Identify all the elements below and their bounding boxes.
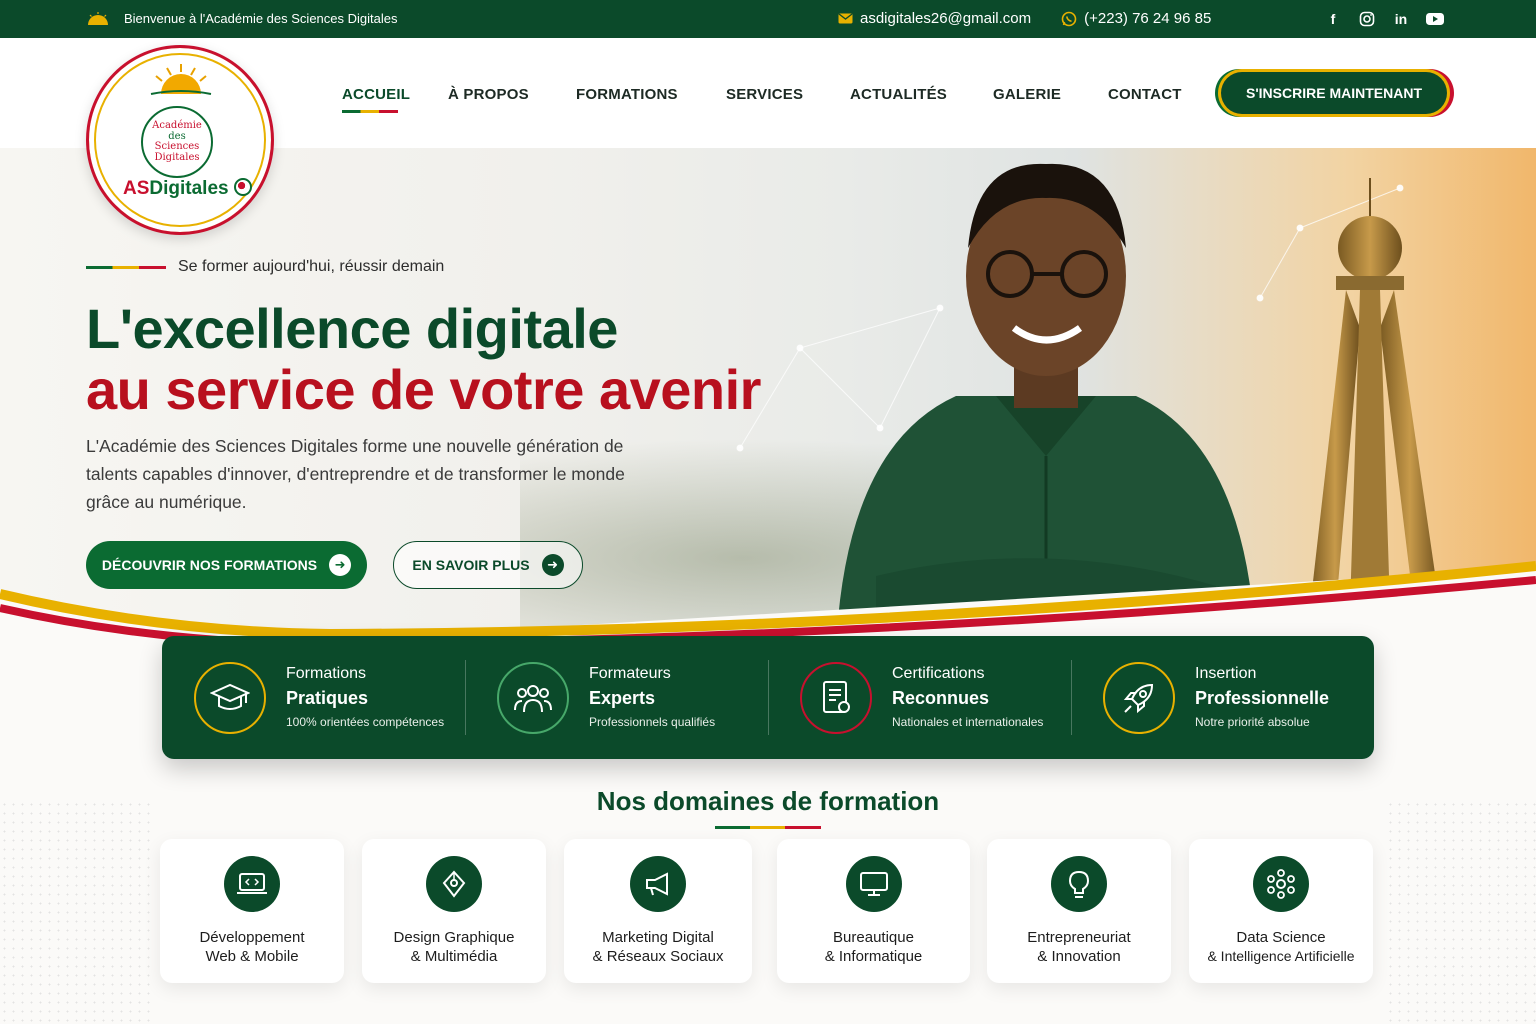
feature-subtitle: Experts	[589, 687, 656, 708]
tagline-text: Se former aujourd'hui, réussir demain	[178, 258, 445, 275]
nav-a-propos[interactable]: À PROPOS	[448, 86, 576, 103]
logo-text-digitales: Digitales	[154, 151, 200, 163]
logo-brand: ASDigitales	[123, 178, 252, 200]
pen-tool-icon	[426, 856, 482, 912]
domain-card-developpement[interactable]: Développement Web & Mobile	[160, 839, 344, 983]
hero-description: L'Académie des Sciences Digitales forme …	[86, 436, 625, 512]
welcome-message: Bienvenue à l'Académie des Sciences Digi…	[86, 11, 397, 26]
graduation-cap-icon	[194, 661, 266, 734]
domain-card-data-science[interactable]: Data Science & Intelligence Artificielle	[1189, 839, 1373, 983]
nav-formations[interactable]: FORMATIONS	[576, 86, 726, 103]
rocket-icon	[1103, 661, 1175, 734]
nav-services[interactable]: SERVICES	[726, 86, 850, 103]
hero-tagline: Se former aujourd'hui, réussir demain	[86, 258, 444, 276]
social-links: f in	[1324, 10, 1444, 28]
nav-actualites[interactable]: ACTUALITÉS	[850, 86, 993, 103]
dots-decoration-left	[0, 800, 150, 1024]
contact-info: asdigitales26@gmail.com (+223) 76 24 96 …	[838, 10, 1211, 27]
domain-name: Marketing Digital	[602, 929, 714, 946]
domain-subname: & Informatique	[824, 948, 923, 965]
domain-name: Data Science	[1236, 929, 1326, 946]
domain-card-bureautique[interactable]: Bureautique & Informatique	[777, 839, 970, 983]
network-icon	[1253, 856, 1309, 912]
domain-name: Développement	[199, 929, 305, 946]
instagram-icon[interactable]	[1358, 10, 1376, 28]
domain-subname: & Intelligence Artificielle	[1207, 948, 1355, 964]
logo-text-sciences: Sciences	[154, 141, 200, 152]
phone-link[interactable]: (+223) 76 24 96 85	[1061, 10, 1211, 27]
feature-description: Nationales et internationales	[892, 714, 1044, 729]
top-bar: Bienvenue à l'Académie des Sciences Digi…	[0, 0, 1536, 38]
brand-as: AS	[123, 178, 150, 199]
email-text: asdigitales26@gmail.com	[860, 10, 1032, 27]
hero-section: Se former aujourd'hui, réussir demain L'…	[0, 148, 1536, 648]
monitor-icon	[845, 856, 902, 912]
dots-decoration-right	[1386, 800, 1536, 1024]
feature-subtitle: Pratiques	[286, 687, 369, 708]
megaphone-icon	[630, 856, 686, 912]
hero-title: L'excellence digitale au service de votr…	[86, 298, 761, 420]
nav-contact[interactable]: CONTACT	[1108, 86, 1198, 103]
main-navigation: ACCUEIL À PROPOS FORMATIONS SERVICES ACT…	[342, 86, 1198, 113]
certificate-icon	[800, 661, 872, 734]
feature-title: Insertion	[1195, 664, 1257, 682]
hero-title-line2: au service de votre avenir	[86, 358, 761, 421]
envelope-icon	[838, 13, 853, 24]
feature-title: Formateurs	[589, 664, 671, 682]
nav-galerie[interactable]: GALERIE	[993, 86, 1108, 103]
domain-card-marketing[interactable]: Marketing Digital & Réseaux Sociaux	[564, 839, 752, 983]
tricolor-wave-decoration	[0, 561, 1536, 648]
features-band: Formations Pratiques 100% orientées comp…	[162, 636, 1374, 759]
domain-subname: Web & Mobile	[205, 948, 299, 965]
register-button[interactable]: S'INSCRIRE MAINTENANT	[1221, 72, 1447, 114]
lightbulb-icon	[1051, 856, 1107, 912]
feature-description: Notre priorité absolue	[1195, 714, 1310, 729]
linkedin-icon[interactable]: in	[1392, 10, 1410, 28]
feature-insertion: Insertion Professionnelle Notre priorité…	[1071, 636, 1374, 759]
nav-accueil[interactable]: ACCUEIL	[342, 86, 448, 113]
site-logo[interactable]: Académie des Sciences Digitales ASDigita…	[86, 45, 274, 235]
sunrise-icon	[150, 64, 212, 95]
feature-subtitle: Professionnelle	[1195, 687, 1330, 708]
domain-name: Entrepreneuriat	[1027, 929, 1131, 946]
sun-icon	[88, 11, 108, 25]
logo-text-academie: Académie	[152, 120, 202, 131]
feature-description: 100% orientées compétences	[286, 714, 445, 729]
tricolor-bar	[86, 265, 166, 269]
feature-title: Formations	[286, 664, 367, 682]
tricolor-underline	[715, 826, 821, 829]
welcome-text: Bienvenue à l'Académie des Sciences Digi…	[124, 11, 398, 26]
domain-card-design[interactable]: Design Graphique & Multimédia	[362, 839, 546, 983]
email-link[interactable]: asdigitales26@gmail.com	[838, 10, 1031, 27]
facebook-icon[interactable]: f	[1324, 10, 1342, 28]
domain-subname: & Multimédia	[410, 948, 498, 965]
domain-name: Bureautique	[833, 929, 914, 946]
whatsapp-icon	[1061, 11, 1077, 26]
laptop-code-icon	[224, 856, 280, 912]
feature-description: Professionnels qualifiés	[589, 714, 716, 729]
globe-icon	[233, 178, 252, 196]
phone-text: (+223) 76 24 96 85	[1084, 10, 1212, 27]
domain-subname: & Réseaux Sociaux	[592, 948, 724, 965]
feature-certifications: Certifications Reconnues Nationales et i…	[768, 636, 1071, 759]
domain-name: Design Graphique	[393, 929, 515, 946]
feature-formateurs-experts: Formateurs Experts Professionnels qualif…	[465, 636, 768, 759]
hero-title-line1: L'excellence digitale	[86, 297, 618, 360]
team-icon	[497, 661, 569, 734]
domain-card-entrepreneuriat[interactable]: Entrepreneuriat & Innovation	[987, 839, 1171, 983]
logo-emblem: Académie des Sciences Digitales	[141, 106, 213, 178]
domain-subname: & Innovation	[1037, 948, 1121, 965]
feature-formations-pratiques: Formations Pratiques 100% orientées comp…	[162, 636, 465, 759]
youtube-icon[interactable]	[1426, 10, 1444, 28]
feature-subtitle: Reconnues	[892, 687, 990, 708]
feature-title: Certifications	[892, 664, 985, 682]
brand-digitales: Digitales	[149, 178, 229, 199]
domains-title: Nos domaines de formation	[596, 786, 940, 816]
